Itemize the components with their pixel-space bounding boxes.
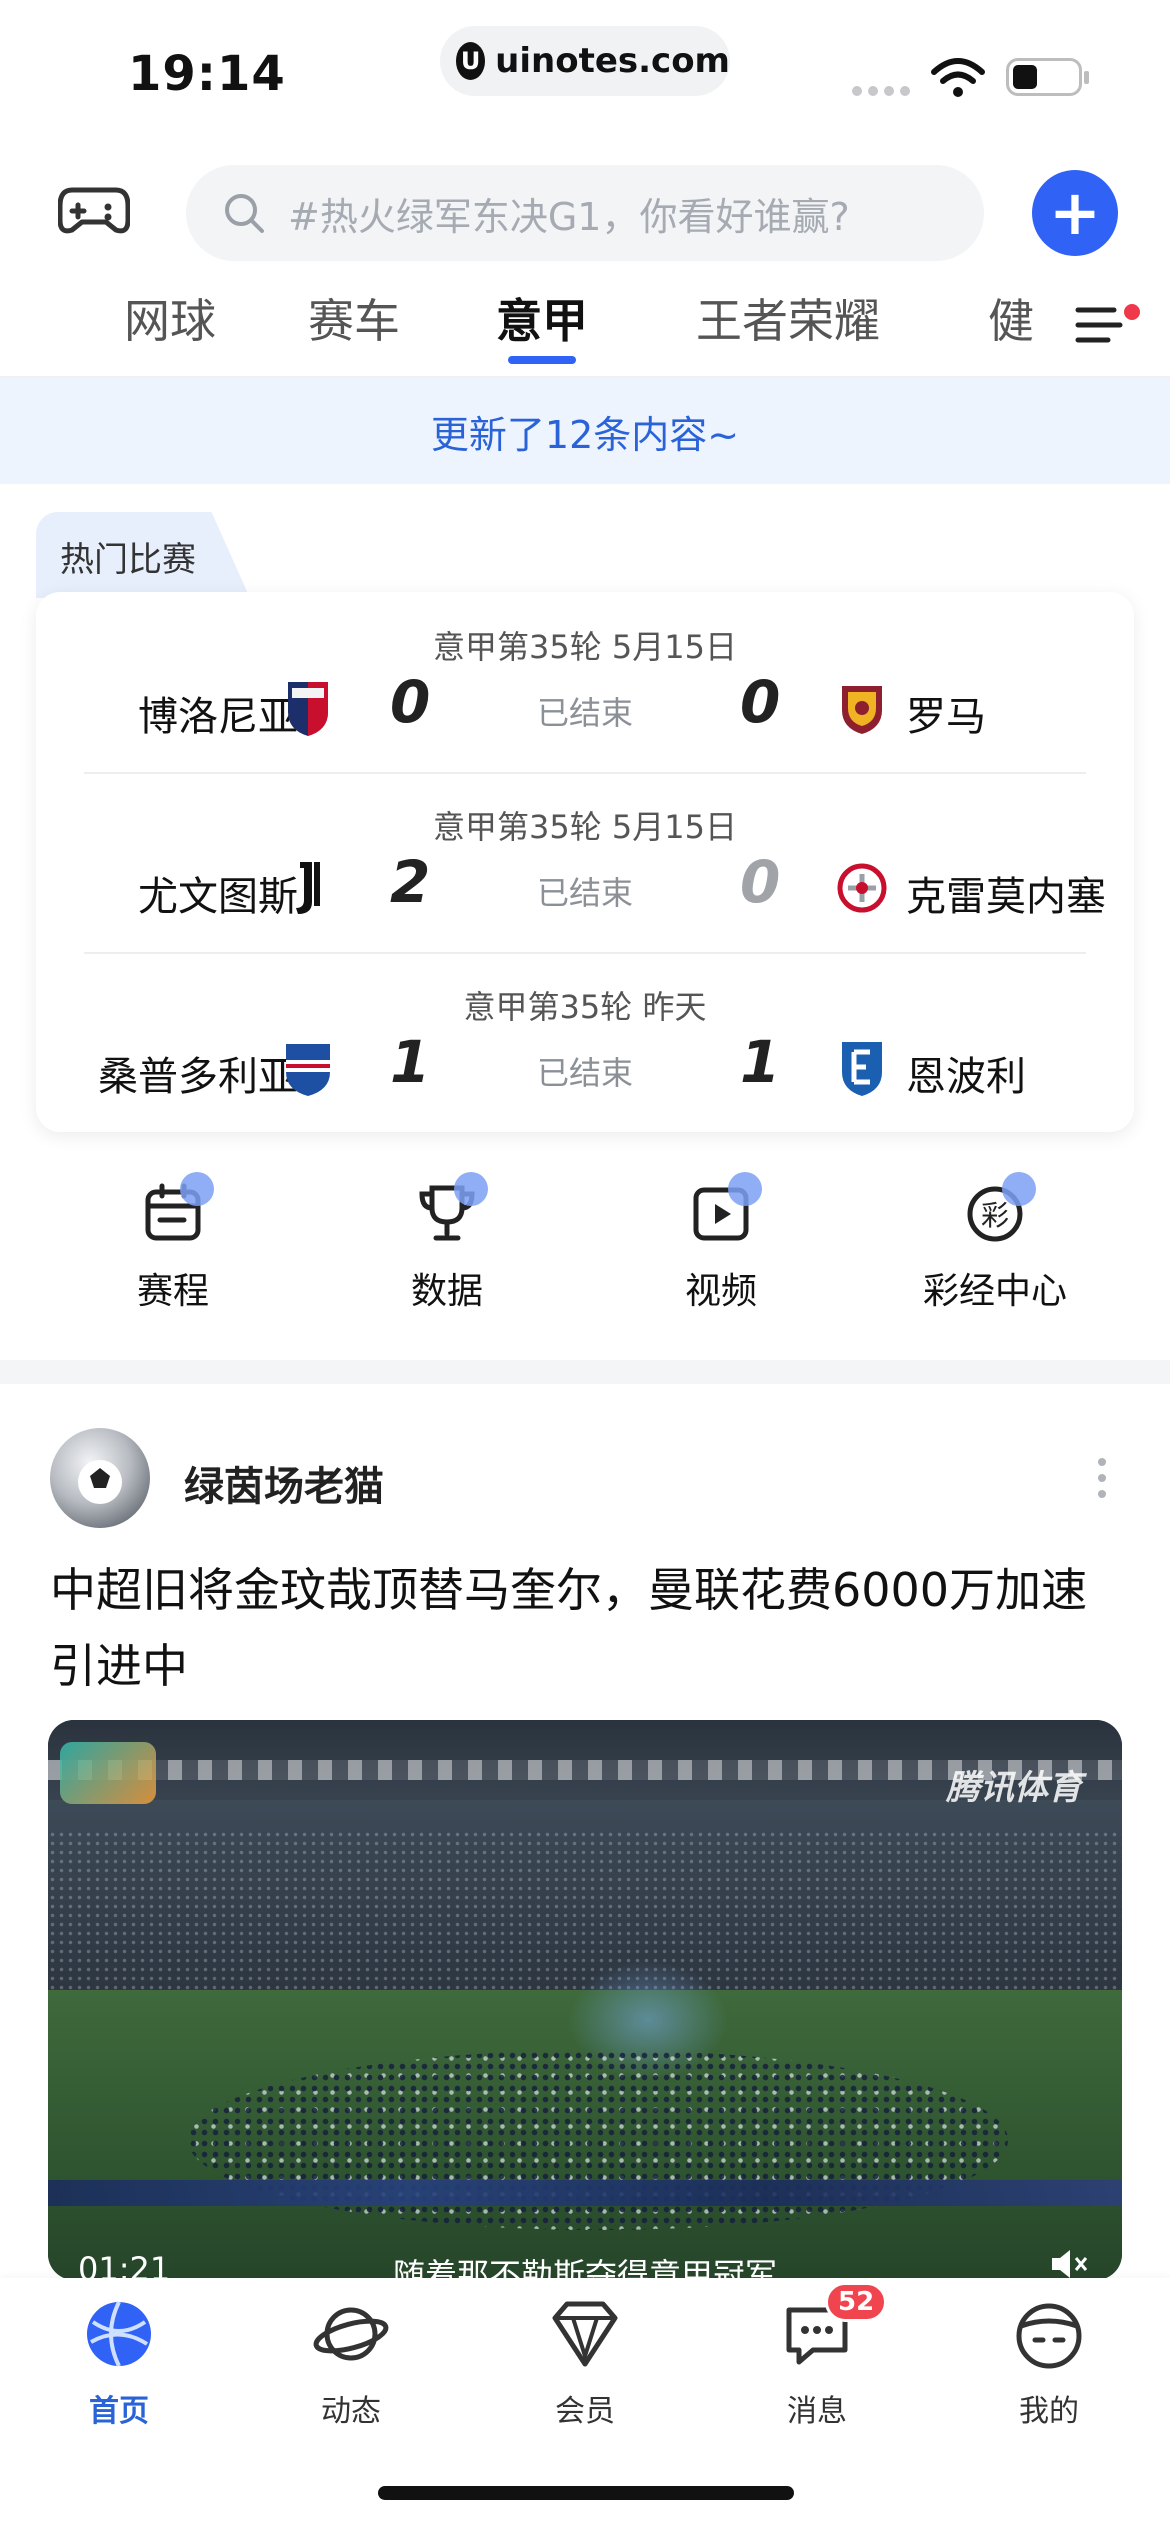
data-button[interactable]: 数据 [347,1172,547,1314]
schedule-label: 赛程 [136,1271,209,1312]
svg-text:彩: 彩 [981,1199,1009,1232]
search-input[interactable]: #热火绿军东决G1，你看好谁赢? [186,165,984,261]
tab-home[interactable]: 首页 [29,2296,209,2430]
url-pill[interactable]: U uinotes.com [440,26,730,96]
site-logo-icon: U [456,42,486,80]
tab-messages-label: 消息 [787,2394,847,2429]
trophy-icon [414,1172,488,1246]
schedule-button[interactable]: 赛程 [73,1172,273,1314]
video-player[interactable]: 腾讯体育 01:21 随着那不勒斯夺得意甲冠军 [48,1720,1122,2280]
notification-dot [1124,304,1140,320]
tab-honor-of-kings[interactable]: 王者荣耀 [696,285,880,351]
update-banner[interactable]: 更新了12条内容~ [0,378,1170,484]
away-score: 0 [740,668,781,736]
active-tab-indicator [508,356,576,364]
calendar-icon [140,1172,214,1246]
section-divider [0,1360,1170,1384]
match-meta: 意甲第35轮 5月15日 [433,628,737,666]
menu-icon[interactable] [1074,300,1128,350]
match-meta: 意甲第35轮 5月15日 [433,808,737,846]
author-avatar[interactable] [50,1428,150,1528]
unread-badge: 52 [825,2282,888,2322]
away-team: 克雷莫内塞 [906,874,1106,920]
advertising-boards [48,2180,1122,2206]
status-time: 19:14 [128,46,286,102]
home-ball-icon [81,2296,157,2372]
post-title[interactable]: 中超旧将金玟哉顶替马奎尔，曼联花费6000万加速引进中 [50,1552,1120,1704]
away-team: 罗马 [906,694,986,740]
battery-icon [1006,58,1089,96]
tab-membership[interactable]: 会员 [495,2296,675,2430]
gamepad-icon[interactable] [58,180,130,240]
data-label: 数据 [410,1271,483,1312]
tab-racing[interactable]: 赛车 [308,285,400,351]
video-button[interactable]: 视频 [621,1172,821,1314]
message-icon: 52 [779,2282,888,2372]
tab-feed-label: 动态 [321,2394,381,2429]
home-indicator [378,2486,794,2500]
match-meta: 意甲第35轮 昨天 [463,988,707,1026]
tab-serie-a[interactable]: 意甲 [496,285,588,351]
plus-icon: + [1049,176,1101,249]
video-watermark: 腾讯体育 [946,1768,1082,1808]
channel-logo [60,1742,156,1804]
tab-health[interactable]: 健 [988,285,1034,351]
lottery-center-button[interactable]: 彩 彩经中心 [895,1172,1095,1314]
empoli-logo-icon [842,1042,882,1096]
signal-icon [852,86,910,96]
hot-matches-label: 热门比赛 [60,540,196,580]
add-button[interactable]: + [1032,170,1118,256]
tab-messages[interactable]: 52 消息 [727,2282,907,2430]
play-icon [688,1172,762,1246]
tab-profile[interactable]: 我的 [959,2296,1139,2430]
profile-icon [1011,2296,1087,2372]
url-text: uinotes.com [495,41,730,81]
stadium-crowd [48,1830,1122,2000]
diamond-icon [547,2296,623,2372]
lottery-center-label: 彩经中心 [922,1271,1067,1312]
author-name[interactable]: 绿茵场老猫 [184,1454,384,1512]
lottery-icon: 彩 [962,1172,1036,1246]
match-row[interactable]: 意甲第35轮 昨天 桑普多利亚 1 已结束 1 恩波利 [36,952,1134,1132]
search-icon [225,194,264,233]
away-score: 1 [740,1028,781,1096]
tab-tennis[interactable]: 网球 [124,285,216,351]
tab-home-label: 首页 [89,2394,149,2429]
mute-icon[interactable] [1048,2244,1088,2280]
video-subtitle: 随着那不勒斯夺得意甲冠军 [392,2256,777,2280]
away-team: 恩波利 [906,1054,1026,1100]
quick-actions: 赛程 数据 视频 彩 彩经中心 [0,1172,1170,1340]
category-tabs: 网球 赛车 意甲 王者荣耀 健 [0,285,1170,375]
hot-matches-card: 意甲第35轮 5月15日 博洛尼亚 0 已结束 0 罗马 意甲第35轮 5月15… [36,592,1134,1132]
match-row[interactable]: 意甲第35轮 5月15日 博洛尼亚 0 已结束 0 罗马 [36,592,1134,772]
tab-profile-label: 我的 [1019,2394,1079,2429]
video-label: 视频 [684,1271,757,1312]
hot-matches-tag: 热门比赛 [36,512,250,598]
status-bar: 19:14 U uinotes.com [0,0,1170,140]
cremonese-logo-icon [837,863,887,913]
more-options-icon[interactable] [1096,1456,1108,1500]
search-placeholder: #热火绿军东决G1，你看好谁赢? [288,194,850,239]
roma-logo-icon [842,686,882,734]
planet-icon [313,2296,389,2372]
wifi-icon [931,58,985,97]
match-row[interactable]: 意甲第35轮 5月15日 尤文图斯 2 已结束 0 克雷莫内塞 [36,772,1134,952]
tab-membership-label: 会员 [555,2394,615,2429]
tab-feed[interactable]: 动态 [261,2296,441,2430]
away-score: 0 [740,848,781,916]
